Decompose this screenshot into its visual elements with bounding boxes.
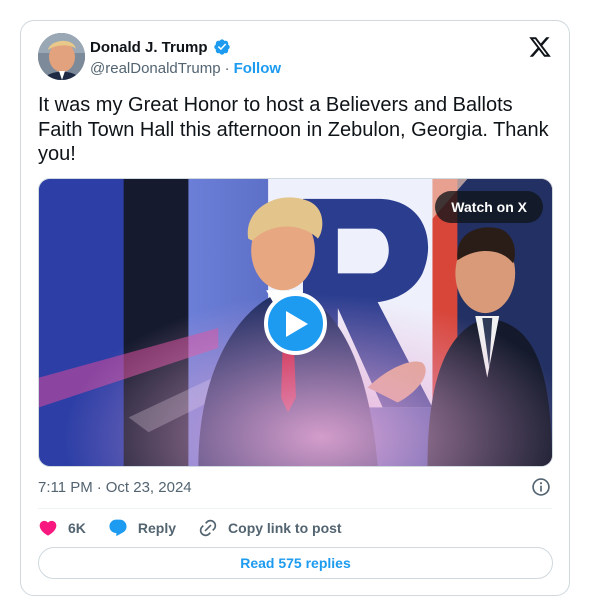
author-handle[interactable]: @realDonaldTrump — [90, 60, 221, 77]
copy-link-label: Copy link to post — [228, 520, 342, 536]
play-icon — [285, 310, 308, 337]
video-player[interactable]: Watch on X — [38, 178, 553, 467]
author-name[interactable]: Donald J. Trump — [90, 39, 208, 56]
author-handle-row: @realDonaldTrump · Follow — [90, 60, 281, 77]
speech-bubble-icon — [109, 519, 127, 537]
author-name-row: Donald J. Trump — [90, 38, 231, 56]
divider — [38, 508, 552, 509]
post-time: 7:11 PM — [38, 479, 93, 496]
post-text: It was my Great Honor to host a Believer… — [38, 94, 549, 165]
timestamp-separator: · — [96, 479, 102, 496]
copy-link-button[interactable]: Copy link to post — [198, 518, 342, 538]
info-icon[interactable] — [531, 477, 551, 497]
read-replies-button[interactable]: Read 575 replies — [38, 547, 553, 579]
handle-separator: · — [224, 60, 230, 77]
post-date: Oct 23, 2024 — [105, 479, 192, 496]
post-timestamp[interactable]: 7:11 PM · Oct 23, 2024 — [38, 479, 192, 496]
like-count: 6K — [68, 520, 86, 536]
embedded-post-card: Donald J. Trump @realDonaldTrump · Follo… — [20, 20, 570, 596]
actions-bar: 6K Reply Copy link to post — [38, 518, 364, 538]
reply-label: Reply — [137, 520, 177, 536]
verified-badge-icon — [213, 38, 231, 56]
like-button[interactable]: 6K — [38, 518, 86, 538]
reply-button[interactable]: Reply — [108, 518, 176, 538]
watch-on-x-button[interactable]: Watch on X — [435, 191, 543, 223]
follow-button[interactable]: Follow — [234, 60, 282, 77]
x-logo-icon[interactable] — [528, 35, 552, 59]
link-icon — [199, 519, 217, 537]
avatar-image — [38, 33, 85, 80]
play-button[interactable] — [264, 292, 327, 355]
heart-icon — [39, 520, 57, 536]
avatar[interactable] — [38, 33, 85, 80]
